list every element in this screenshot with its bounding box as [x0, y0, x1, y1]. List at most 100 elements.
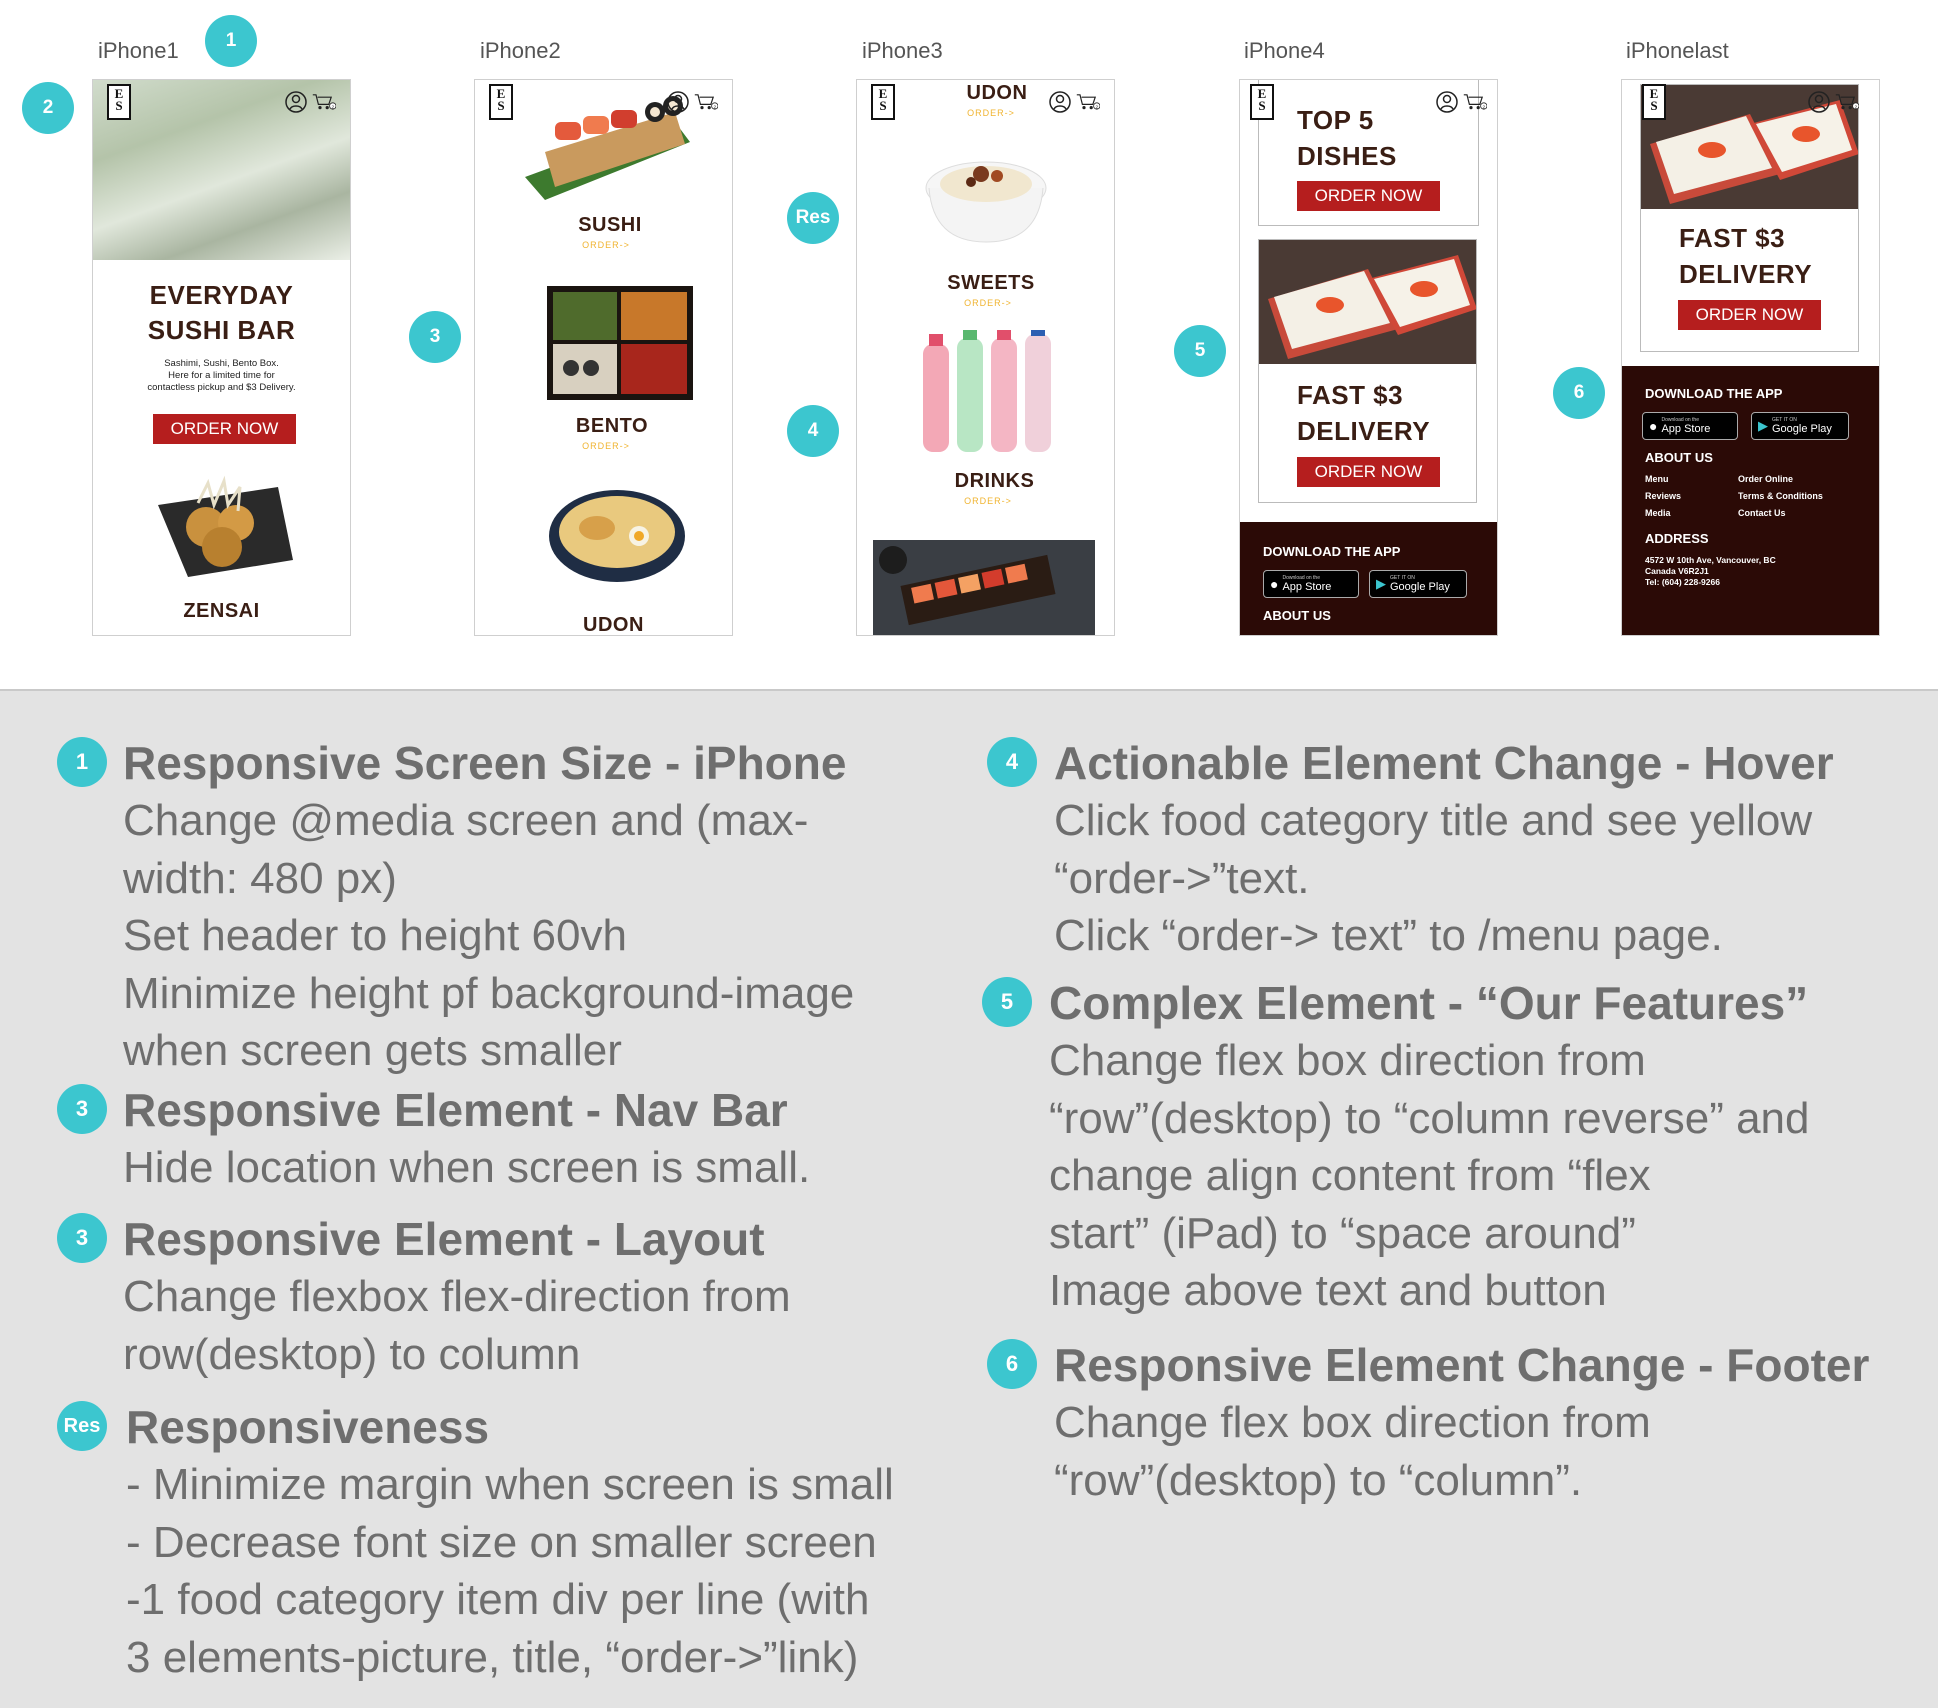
phone-header: ES 2	[1240, 80, 1497, 124]
note-body: Change flex box direction from “row”(des…	[1054, 1398, 1651, 1505]
category-title-drinks[interactable]: DRINKS	[857, 470, 1114, 493]
hero-subtitle: Sashimi, Sushi, Bento Box. Here for a li…	[147, 358, 296, 393]
sweets-image	[925, 161, 1047, 243]
order-link-sushi[interactable]: ORDER->	[475, 240, 732, 250]
category-title-udon[interactable]: UDON	[857, 82, 1114, 105]
brand-logo[interactable]: ES	[1250, 84, 1274, 120]
hero-title: EVERYDAY SUSHI BAR	[147, 280, 296, 345]
phone-mockup-3: ES 2 UDON ORDER-> SWEETS ORDER-> DRINKS …	[856, 79, 1115, 636]
note-title: Responsive Screen Size - iPhone	[123, 737, 847, 789]
user-icon[interactable]	[284, 90, 308, 114]
cart-icon[interactable]: 2	[1835, 90, 1859, 114]
footer-link-contact[interactable]: Contact Us	[1738, 508, 1786, 518]
feature-title-delivery: FAST $3 DELIVERY	[1679, 223, 1813, 289]
category-title-sushi[interactable]: SUSHI	[475, 214, 732, 237]
order-link-udon[interactable]: ORDER->	[857, 108, 1114, 118]
order-link-sweets[interactable]: ORDER->	[857, 298, 1114, 308]
feature-title-delivery: FAST $3 DELIVERY	[1297, 380, 1431, 446]
category-title-sweets[interactable]: SWEETS	[857, 272, 1114, 295]
udon-image	[549, 490, 685, 582]
footer-link-order-online[interactable]: Order Online	[1738, 474, 1793, 484]
google-play-button[interactable]: ▶ GET IT ON Google Play	[1369, 570, 1467, 598]
apple-icon: ●	[1270, 576, 1279, 592]
order-now-button[interactable]: ORDER NOW	[1297, 181, 1440, 211]
note-badge: 6	[987, 1339, 1037, 1389]
sushi-platter-image	[873, 540, 1095, 635]
phone-mockup-4: ES 2 TOP 5 DISHES ORDER NOW FAST $3 DELI…	[1239, 79, 1498, 636]
order-now-button[interactable]: ORDER NOW	[1678, 300, 1821, 330]
about-heading: ABOUT US	[1263, 608, 1331, 623]
note-title: Responsive Element - Layout	[123, 1213, 765, 1265]
order-link-bento[interactable]: ORDER->	[475, 441, 732, 451]
note-body: Hide location when screen is small.	[123, 1143, 811, 1192]
footer-link-menu[interactable]: Menu	[1645, 474, 1669, 484]
annotation-badge-5: 5	[1174, 325, 1226, 377]
frame-label: iPhone1	[98, 38, 179, 63]
design-board: iPhone1 iPhone2 iPhone3 iPhone4 iPhonela…	[0, 0, 1938, 691]
address-text: 4572 W 10th Ave, Vancouver, BC Canada V6…	[1645, 555, 1776, 587]
brand-logo[interactable]: ES	[489, 84, 513, 120]
annotation-badge-4: 4	[787, 405, 839, 457]
note-badge: 4	[987, 737, 1037, 787]
svg-text:2: 2	[1482, 104, 1485, 110]
category-title-zensai[interactable]: ZENSAI	[93, 600, 350, 623]
brand-logo[interactable]: ES	[107, 84, 131, 120]
app-store-button[interactable]: ● Download on the App Store	[1263, 570, 1359, 598]
bento-image	[547, 286, 693, 400]
note-title: Responsiveness	[126, 1401, 490, 1453]
note-layout: 3 Responsive Element - Layout Change fle…	[57, 1211, 957, 1383]
zensai-image	[158, 475, 293, 577]
download-app-heading: DOWNLOAD THE APP	[1645, 386, 1783, 401]
frame-label: iPhonelast	[1626, 38, 1729, 63]
annotation-badge-6: 6	[1553, 367, 1605, 419]
order-link-drinks[interactable]: ORDER->	[857, 496, 1114, 506]
phone-header: ES 2	[1622, 80, 1879, 124]
phone-mockup-last: ES 2 FAST $3 DELIVERY ORDER NOW DOWNLOAD…	[1621, 79, 1880, 636]
drinks-image	[923, 330, 1051, 452]
note-badge: 1	[57, 737, 107, 787]
svg-text:2: 2	[1854, 104, 1857, 110]
user-icon[interactable]	[1435, 90, 1459, 114]
brand-logo[interactable]: ES	[1642, 84, 1666, 120]
category-title-bento[interactable]: BENTO	[475, 415, 732, 438]
phone-header: ES 2	[475, 80, 732, 124]
footer-link-media[interactable]: Media	[1645, 508, 1671, 518]
app-store-button[interactable]: ● Download on the App Store	[1642, 412, 1738, 440]
cart-icon[interactable]: 2	[1463, 90, 1487, 114]
note-title: Responsive Element - Nav Bar	[123, 1084, 788, 1136]
footer-link-terms[interactable]: Terms & Conditions	[1738, 491, 1823, 501]
footer-link-reviews[interactable]: Reviews	[1645, 491, 1681, 501]
note-nav-bar: 3 Responsive Element - Nav Bar Hide loca…	[57, 1082, 957, 1197]
order-now-button[interactable]: ORDER NOW	[1297, 457, 1440, 487]
note-badge: Res	[57, 1401, 107, 1451]
frame-label: iPhone2	[480, 38, 561, 63]
cart-icon[interactable]: 2	[694, 90, 718, 114]
annotation-badge-3: 3	[409, 311, 461, 363]
user-icon[interactable]	[666, 90, 690, 114]
annotation-badge-1: 1	[205, 15, 257, 67]
frame-label: iPhone4	[1244, 38, 1325, 63]
google-play-button[interactable]: ▶ GET IT ON Google Play	[1751, 412, 1849, 440]
user-icon[interactable]	[1807, 90, 1831, 114]
note-badge: 3	[57, 1084, 107, 1134]
svg-text:2: 2	[713, 104, 716, 110]
frame-label: iPhone3	[862, 38, 943, 63]
about-heading: ABOUT US	[1645, 450, 1713, 465]
note-responsiveness: Res Responsiveness - Minimize margin whe…	[57, 1399, 987, 1686]
download-app-heading: DOWNLOAD THE APP	[1263, 544, 1401, 559]
note-hover: 4 Actionable Element Change - Hover Clic…	[987, 735, 1927, 965]
note-footer: 6 Responsive Element Change - Footer Cha…	[987, 1337, 1937, 1509]
play-icon: ▶	[1376, 576, 1386, 591]
note-body: - Minimize margin when screen is small -…	[126, 1460, 894, 1682]
note-title: Responsive Element Change - Footer	[1054, 1339, 1870, 1391]
category-title-udon[interactable]: UDON	[475, 614, 732, 635]
note-body: Click food category title and see yellow…	[1054, 796, 1813, 960]
note-our-features: 5 Complex Element - “Our Features” Chang…	[982, 975, 1932, 1320]
apple-icon: ●	[1649, 418, 1658, 434]
order-now-button[interactable]: ORDER NOW	[153, 414, 296, 444]
play-icon: ▶	[1758, 418, 1768, 433]
note-title: Complex Element - “Our Features”	[1049, 977, 1809, 1029]
note-responsive-screen-size: 1 Responsive Screen Size - iPhone Change…	[57, 735, 957, 1080]
cart-icon[interactable]: 2	[312, 90, 336, 114]
note-body: Change @media screen and (max- width: 48…	[123, 796, 855, 1075]
